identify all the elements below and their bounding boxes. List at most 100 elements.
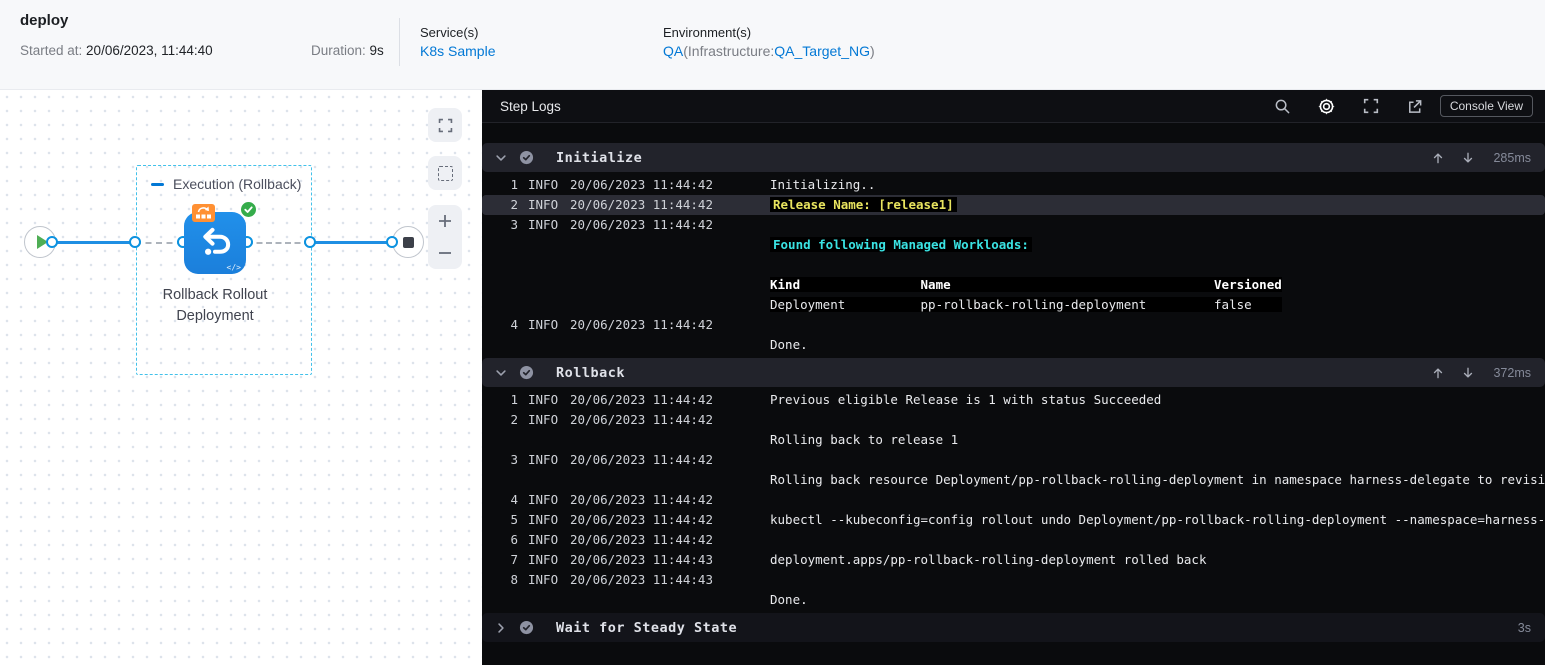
log-message <box>770 410 1545 430</box>
log-line[interactable]: Rolling back resource Deployment/pp-roll… <box>482 470 1545 490</box>
service-link[interactable]: K8s Sample <box>420 43 495 59</box>
log-line-number[interactable] <box>500 590 518 610</box>
scroll-to-bottom-icon[interactable] <box>1461 366 1475 380</box>
log-level: INFO <box>528 217 559 232</box>
log-line[interactable] <box>482 255 1545 275</box>
log-line-number[interactable] <box>500 275 518 295</box>
link-point[interactable] <box>46 236 58 248</box>
log-section-header[interactable]: Rollback 372ms <box>482 358 1545 387</box>
log-level <box>528 430 570 450</box>
zoom-in-button[interactable] <box>428 205 462 237</box>
log-timestamp: 20/06/2023 11:44:42 <box>570 217 713 232</box>
log-line-number[interactable]: 6 <box>500 530 518 550</box>
log-timestamp: 20/06/2023 11:44:42 <box>570 177 713 192</box>
log-line-number[interactable]: 2 <box>500 410 518 430</box>
step-logs-panel: Step Logs Console View Initialize 285ms … <box>482 90 1545 665</box>
log-message <box>770 490 1545 510</box>
environment-link[interactable]: QA(Infrastructure:QA_Target_NG) <box>663 43 875 59</box>
log-scroll-area[interactable]: Initialize 285ms 1 INFO 20/06/2023 11:44:42 I… <box>482 123 1545 665</box>
chevron-down-icon[interactable] <box>494 151 512 165</box>
log-section-header[interactable]: Wait for Steady State 3s <box>482 613 1545 642</box>
env-name-link[interactable]: QA <box>663 43 683 59</box>
log-line-number[interactable]: 3 <box>500 450 518 470</box>
scroll-to-top-icon[interactable] <box>1431 151 1445 165</box>
log-level <box>528 335 570 355</box>
link-point[interactable] <box>304 236 316 248</box>
log-line-number[interactable]: 5 <box>500 510 518 530</box>
log-line[interactable]: 8 INFO 20/06/2023 11:44:43 <box>482 570 1545 590</box>
chevron-right-icon[interactable] <box>494 621 512 635</box>
log-section-header[interactable]: Initialize 285ms <box>482 143 1545 172</box>
log-section-title: Initialize <box>556 149 643 166</box>
log-line-number[interactable] <box>500 235 518 255</box>
pipeline-graph-canvas[interactable]: Execution (Rollback) </> Rollback Rollou… <box>0 90 482 665</box>
log-line[interactable]: 7 INFO 20/06/2023 11:44:43 deployment.apps/… <box>482 550 1545 570</box>
fit-to-screen-button[interactable] <box>428 108 462 142</box>
log-line[interactable]: 5 INFO 20/06/2023 11:44:42 kubectl --kubeco… <box>482 510 1545 530</box>
step-logs-toolbar: Step Logs Console View <box>482 90 1545 123</box>
scroll-to-top-icon[interactable] <box>1431 366 1445 380</box>
zoom-controls <box>428 205 462 269</box>
zoom-out-button[interactable] <box>428 237 462 269</box>
log-line[interactable]: Found following Managed Workloads: <box>482 235 1545 255</box>
log-line[interactable]: 4 INFO 20/06/2023 11:44:42 <box>482 315 1545 335</box>
started-at: Started at: 20/06/2023, 11:44:40 <box>20 43 213 58</box>
marquee-select-button[interactable] <box>428 156 462 190</box>
log-line[interactable]: 3 INFO 20/06/2023 11:44:42 <box>482 450 1545 470</box>
log-line[interactable]: 3 INFO 20/06/2023 11:44:42 <box>482 215 1545 235</box>
log-timestamp: 20/06/2023 11:44:42 <box>570 197 713 212</box>
step-node-caption[interactable]: Rollback Rollout Deployment <box>125 285 305 327</box>
console-view-button[interactable]: Console View <box>1439 95 1533 117</box>
env-infra-link[interactable]: QA_Target_NG <box>774 43 870 59</box>
log-line[interactable]: 2 INFO 20/06/2023 11:44:42 Release Name: [r… <box>482 195 1545 215</box>
gear-icon[interactable] <box>1312 94 1342 118</box>
link-point[interactable] <box>129 236 141 248</box>
log-message: Kind Name Versioned <box>770 277 1282 292</box>
log-line-number[interactable]: 3 <box>500 215 518 235</box>
log-line-number[interactable] <box>500 255 518 275</box>
section-duration: 372ms <box>1493 365 1531 380</box>
link-point[interactable] <box>386 236 398 248</box>
log-line[interactable]: 1 INFO 20/06/2023 11:44:42 Initializing.. <box>482 175 1545 195</box>
step-logs-title: Step Logs <box>500 98 561 114</box>
log-level: INFO <box>528 412 559 427</box>
status-success-icon <box>519 365 534 380</box>
scroll-to-bottom-icon[interactable] <box>1461 151 1475 165</box>
log-section-rows: 1 INFO 20/06/2023 11:44:42 Initializing.. 2 I… <box>482 172 1545 355</box>
log-timestamp <box>570 255 770 275</box>
chevron-down-icon[interactable] <box>494 366 512 380</box>
log-line-number[interactable]: 8 <box>500 570 518 590</box>
log-message: Found following Managed Workloads: <box>770 235 1545 255</box>
env-infra-label: (Infrastructure: <box>683 43 775 59</box>
log-line-number[interactable] <box>500 430 518 450</box>
rollback-undo-icon <box>203 227 231 255</box>
execution-group-label[interactable]: Execution (Rollback) <box>151 176 301 192</box>
open-in-new-icon[interactable] <box>1400 94 1430 118</box>
log-line[interactable]: 6 INFO 20/06/2023 11:44:42 <box>482 530 1545 550</box>
collapse-group-icon[interactable] <box>151 182 164 186</box>
log-line[interactable]: Kind Name Versioned <box>482 275 1545 295</box>
search-icon[interactable] <box>1268 94 1298 118</box>
marquee-select-icon <box>437 165 453 181</box>
log-line[interactable]: 4 INFO 20/06/2023 11:44:42 <box>482 490 1545 510</box>
log-line-number[interactable]: 4 <box>500 490 518 510</box>
log-line-number[interactable]: 2 <box>500 195 518 215</box>
log-line[interactable]: Done. <box>482 590 1545 610</box>
log-line-number[interactable]: 7 <box>500 550 518 570</box>
log-line-number[interactable] <box>500 295 518 315</box>
log-line[interactable]: Done. <box>482 335 1545 355</box>
log-line-number[interactable]: 4 <box>500 315 518 335</box>
log-line[interactable]: Rolling back to release 1 <box>482 430 1545 450</box>
log-level: INFO <box>528 197 559 212</box>
log-level: INFO <box>528 492 559 507</box>
log-line-number[interactable] <box>500 470 518 490</box>
env-close-paren: ) <box>869 43 875 59</box>
log-line-number[interactable] <box>500 335 518 355</box>
log-line[interactable]: 1 INFO 20/06/2023 11:44:42 Previous eligibl… <box>482 390 1545 410</box>
log-line-number[interactable]: 1 <box>500 390 518 410</box>
log-timestamp: 20/06/2023 11:44:42 <box>570 392 713 407</box>
log-line[interactable]: 2 INFO 20/06/2023 11:44:42 <box>482 410 1545 430</box>
fullscreen-icon[interactable] <box>1356 94 1386 118</box>
log-line-number[interactable]: 1 <box>500 175 518 195</box>
log-line[interactable]: Deployment pp-rollback-rolling-deploymen… <box>482 295 1545 315</box>
